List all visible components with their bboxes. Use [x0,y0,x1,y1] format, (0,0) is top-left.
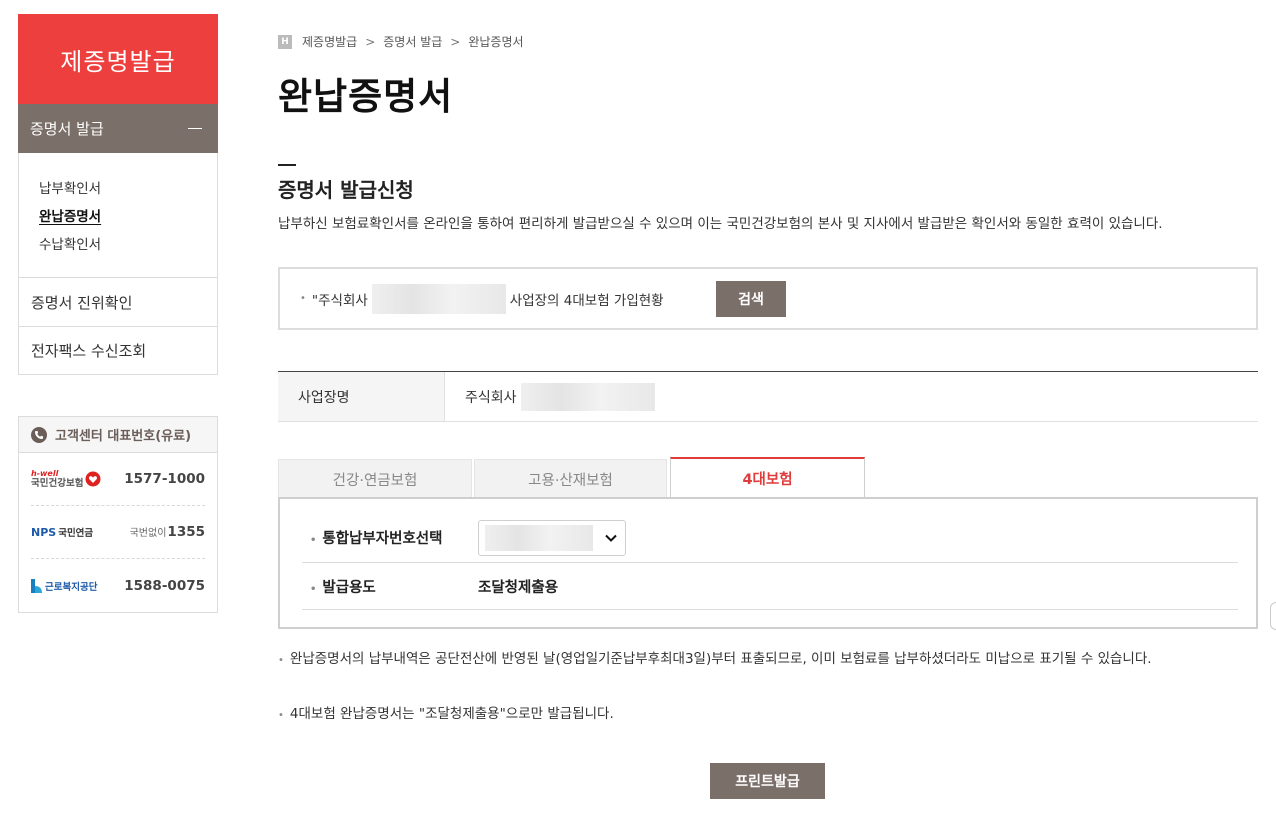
nhis-logo: h-well 국민건강보험 [31,469,101,489]
tab-employment-accident[interactable]: 고용·산재보험 [474,459,667,498]
breadcrumb-item-current: 완납증명서 [468,35,524,49]
payer-number-row: • 통합납부자번호선택 [302,513,1238,563]
phone-icon [31,426,47,443]
bullet-icon: • [300,293,306,304]
sidebar-item-full-payment-certificate[interactable]: 완납증명서 [39,203,217,231]
issue-form: • 통합납부자번호선택 • 발급용도 조달청제출용 [278,497,1258,629]
scroll-top-handle[interactable] [1270,602,1276,630]
redacted-company-name [520,382,655,411]
sidebar-item-receipt-confirmation[interactable]: 수납확인서 [39,231,217,259]
sidebar-section-certificate[interactable]: 증명서 발급 [18,104,218,153]
heart-icon [85,471,101,487]
payer-number-label: • 통합납부자번호선택 [310,531,443,547]
collapse-minus-icon[interactable] [188,128,202,129]
search-suffix-text: 사업장의 4대보험 가입현황 [509,292,664,309]
customer-center-row: h-well 국민건강보험 1577-1000 [31,453,205,506]
nps-logo: NPS 국민연금 [31,525,94,540]
insurance-tabs: 건강·연금보험 고용·산재보험 4대보험 [278,457,1258,498]
bullet-icon: • [310,535,317,546]
bullet-icon: • [310,583,317,595]
sidebar-submenu: 납부확인서 완납증명서 수납확인서 [18,153,218,277]
redacted-company-name [371,283,506,314]
sidebar-section-label: 증명서 발급 [30,120,104,138]
notice-item: • 완납증명서의 납부내역은 공단전산에 반영된 날(영업일기준납부후최대3일)부… [278,651,1152,667]
breadcrumb-separator: > [450,34,461,49]
section-description: 납부하신 보험료확인서를 온라인을 통하여 편리하게 발급받으실 수 있으며 이… [278,216,1163,232]
customer-center-row: 근로복지공단 1588-0075 [31,559,205,612]
customer-center-title: 고객센터 대표번호(유료) [55,429,192,444]
customer-center-box: 고객센터 대표번호(유료) h-well 국민건강보험 1577-1000 NP… [18,416,218,613]
customer-center-header: 고객센터 대표번호(유료) [19,417,217,453]
search-prefix-text: "주식회사 [311,292,368,309]
payer-number-select[interactable] [478,519,626,556]
home-icon[interactable]: H [278,34,292,49]
purpose-value: 조달청제출용 [478,579,559,596]
section-title: 증명서 발급신청 [278,178,414,202]
bullet-icon: • [278,710,284,721]
comwel-phone-number: 1588-0075 [124,577,205,594]
breadcrumb: H 제증명발급 > 증명서 발급 > 완납증명서 [278,33,524,50]
tab-health-pension[interactable]: 건강·연금보험 [278,459,472,498]
notice-item: • 4대보험 완납증명서는 "조달청제출용"으로만 발급됩니다. [278,706,614,722]
print-issue-button[interactable]: 프린트발급 [710,763,825,799]
nps-phone-number: 국번없이1355 [129,524,205,540]
page-title: 완납증명서 [278,75,454,118]
redacted-payer-number [485,524,593,551]
section-title-bar [278,164,296,166]
bullet-icon: • [278,655,284,666]
sidebar: 제증명발급 증명서 발급 납부확인서 완납증명서 수납확인서 증명서 진위확인 … [18,14,218,375]
comwel-logo: 근로복지공단 [31,578,97,593]
breadcrumb-separator: > [365,34,376,49]
sidebar-item-efax-inquiry[interactable]: 전자팩스 수신조회 [18,326,218,375]
breadcrumb-item[interactable]: 증명서 발급 [383,33,442,50]
purpose-row: • 발급용도 조달청제출용 [302,563,1238,610]
business-name-value: 주식회사 [445,372,1258,421]
sidebar-item-certificate-verification[interactable]: 증명서 진위확인 [18,277,218,326]
business-info-table: 사업장명 주식회사 [278,371,1258,422]
sidebar-title: 제증명발급 [18,14,218,104]
search-button[interactable]: 검색 [716,281,786,317]
breadcrumb-item[interactable]: 제증명발급 [302,33,357,50]
tab-four-insurances[interactable]: 4대보험 [670,457,865,498]
chevron-down-icon [605,534,617,542]
nhis-phone-number: 1577-1000 [124,471,205,487]
customer-center-row: NPS 국민연금 국번없이1355 [31,506,205,559]
business-name-label: 사업장명 [278,372,445,421]
sidebar-item-payment-confirmation[interactable]: 납부확인서 [39,175,217,203]
comwel-mark-icon [31,578,42,593]
purpose-label: • 발급용도 [310,579,376,596]
